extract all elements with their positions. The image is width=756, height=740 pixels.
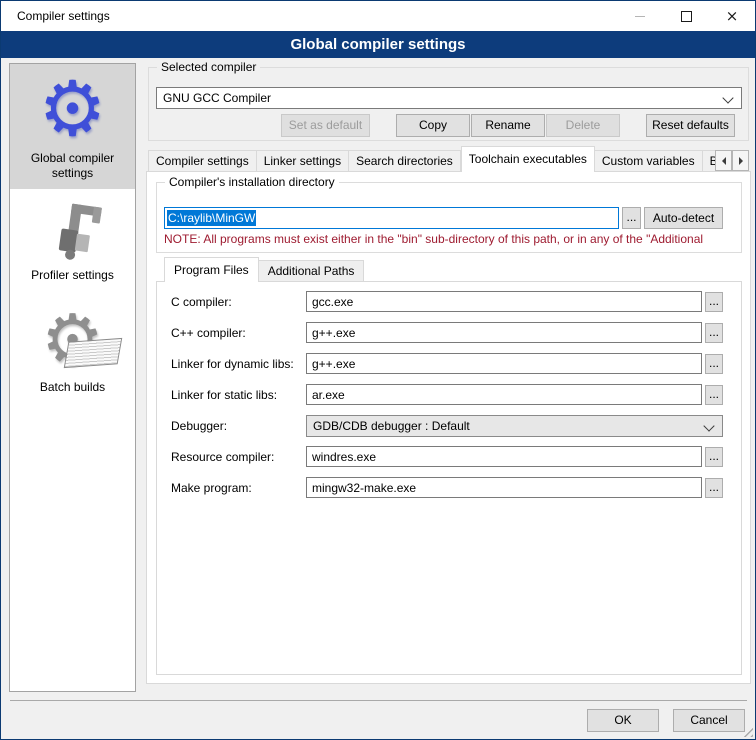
c-compiler-label: C compiler: xyxy=(171,295,232,309)
compiler-settings-dialog: Compiler settings × Global compiler sett… xyxy=(0,0,756,740)
tab-scroll-right-button[interactable] xyxy=(732,150,749,171)
titlebar: Compiler settings × xyxy=(1,1,755,31)
form-row: C++ compiler: ... xyxy=(171,322,723,345)
form-row: Linker for static libs: ... xyxy=(171,384,723,407)
debugger-label: Debugger: xyxy=(171,419,227,433)
compiler-select[interactable]: GNU GCC Compiler xyxy=(156,87,742,109)
caliper-icon xyxy=(41,202,105,266)
form-row: Linker for dynamic libs: ... xyxy=(171,353,723,376)
make-program-label: Make program: xyxy=(171,481,252,495)
tab-build-options-truncated[interactable]: Builc xyxy=(703,150,715,172)
tab-compiler-settings[interactable]: Compiler settings xyxy=(148,150,257,172)
ok-button[interactable]: OK xyxy=(587,709,659,732)
group-label: Selected compiler xyxy=(157,60,260,74)
sidebar-item-profiler-settings[interactable]: Profiler settings xyxy=(10,195,135,291)
form-row: Make program: ... xyxy=(171,477,723,500)
window-title: Compiler settings xyxy=(17,1,110,31)
install-dir-browse-button[interactable]: ... xyxy=(622,207,641,229)
dynamic-linker-browse-button[interactable]: ... xyxy=(705,354,723,374)
chevron-down-icon xyxy=(722,92,733,103)
form-row: C compiler: ... xyxy=(171,291,723,314)
cpp-compiler-input[interactable] xyxy=(306,322,702,343)
install-dir-input[interactable]: C:\raylib\MinGW xyxy=(164,207,619,229)
sidebar: ⚙ Global compiler settings Profiler sett… xyxy=(9,63,136,692)
tab-additional-paths[interactable]: Additional Paths xyxy=(259,260,365,282)
sidebar-item-global-compiler-settings[interactable]: ⚙ Global compiler settings xyxy=(10,64,135,189)
tab-custom-variables[interactable]: Custom variables xyxy=(595,150,703,172)
form-row: Debugger: GDB/CDB debugger : Default xyxy=(171,415,723,438)
rename-button[interactable]: Rename xyxy=(471,114,545,137)
note-text: NOTE: All programs must exist either in … xyxy=(164,232,742,246)
static-linker-browse-button[interactable]: ... xyxy=(705,385,723,405)
gear-icon: ⚙ xyxy=(12,69,133,149)
resource-compiler-label: Resource compiler: xyxy=(171,450,274,464)
resource-compiler-browse-button[interactable]: ... xyxy=(705,447,723,467)
tab-search-directories[interactable]: Search directories xyxy=(349,150,461,172)
c-compiler-browse-button[interactable]: ... xyxy=(705,292,723,312)
tab-scroll-right-icon xyxy=(739,157,743,165)
tab-scroll-left-icon xyxy=(722,157,726,165)
tab-toolchain-executables[interactable]: Toolchain executables xyxy=(461,146,595,172)
form-row: Resource compiler: ... xyxy=(171,446,723,469)
reset-defaults-button[interactable]: Reset defaults xyxy=(646,114,735,137)
close-button[interactable]: × xyxy=(709,1,755,31)
close-icon: × xyxy=(726,9,739,24)
page-title: Global compiler settings xyxy=(1,31,755,58)
debugger-dropdown-value: GDB/CDB debugger : Default xyxy=(313,419,470,433)
group-label: Compiler's installation directory xyxy=(165,175,339,189)
footer-divider xyxy=(10,700,747,701)
paper-stack-icon xyxy=(64,338,123,368)
chevron-down-icon xyxy=(703,420,714,431)
static-linker-label: Linker for static libs: xyxy=(171,388,277,402)
compiler-select-value: GNU GCC Compiler xyxy=(163,91,271,105)
batch-builds-icon: ⚙ xyxy=(41,302,104,378)
sidebar-item-label: Profiler settings xyxy=(12,268,133,283)
make-program-input[interactable] xyxy=(306,477,702,498)
dynamic-linker-label: Linker for dynamic libs: xyxy=(171,357,294,371)
install-dir-selected-text: C:\raylib\MinGW xyxy=(167,210,256,226)
sub-tabbar: Program Files Additional Paths xyxy=(164,257,364,282)
resource-compiler-input[interactable] xyxy=(306,446,702,467)
cpp-compiler-label: C++ compiler: xyxy=(171,326,246,340)
minimize-button[interactable] xyxy=(617,1,663,31)
minimize-icon xyxy=(635,16,645,17)
debugger-dropdown[interactable]: GDB/CDB debugger : Default xyxy=(306,415,723,437)
sidebar-item-label: Batch builds xyxy=(12,380,133,395)
set-as-default-button[interactable]: Set as default xyxy=(281,114,370,137)
caption-buttons: × xyxy=(617,1,755,31)
static-linker-input[interactable] xyxy=(306,384,702,405)
cpp-compiler-browse-button[interactable]: ... xyxy=(705,323,723,343)
copy-button[interactable]: Copy xyxy=(396,114,470,137)
tab-scroll-left-button[interactable] xyxy=(715,150,732,171)
tab-program-files[interactable]: Program Files xyxy=(164,257,259,282)
auto-detect-button[interactable]: Auto-detect xyxy=(644,207,723,229)
maximize-button[interactable] xyxy=(663,1,709,31)
dynamic-linker-input[interactable] xyxy=(306,353,702,374)
main-tabbar: Compiler settings Linker settings Search… xyxy=(148,146,715,172)
cancel-button[interactable]: Cancel xyxy=(673,709,745,732)
delete-button[interactable]: Delete xyxy=(546,114,620,137)
c-compiler-input[interactable] xyxy=(306,291,702,312)
sidebar-item-batch-builds[interactable]: ⚙ Batch builds xyxy=(10,297,135,403)
maximize-icon xyxy=(681,11,692,22)
sidebar-item-label: Global compiler settings xyxy=(12,151,133,181)
tab-linker-settings[interactable]: Linker settings xyxy=(257,150,349,172)
make-program-browse-button[interactable]: ... xyxy=(705,478,723,498)
